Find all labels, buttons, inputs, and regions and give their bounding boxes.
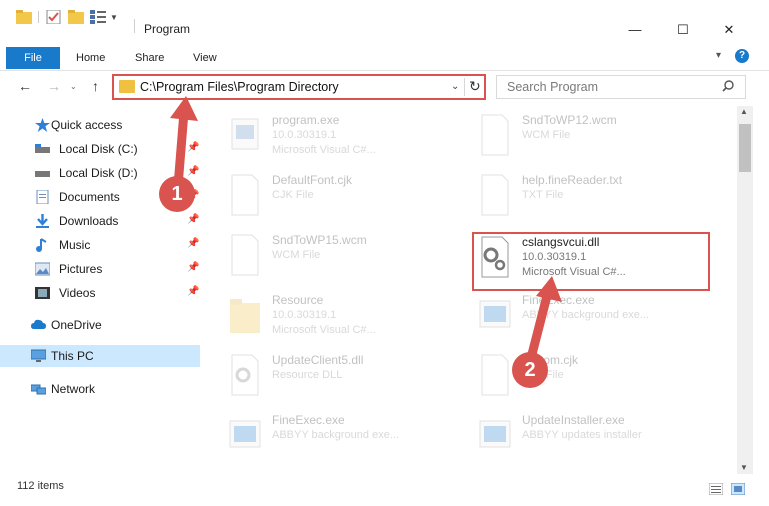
callout-2: 2 xyxy=(512,352,548,388)
callout-1: 1 xyxy=(159,176,195,212)
annotation-arrows xyxy=(170,96,562,367)
arrow-1-shaft xyxy=(173,107,189,191)
arrow-1-head xyxy=(170,96,198,121)
arrow-2-head xyxy=(536,276,562,302)
